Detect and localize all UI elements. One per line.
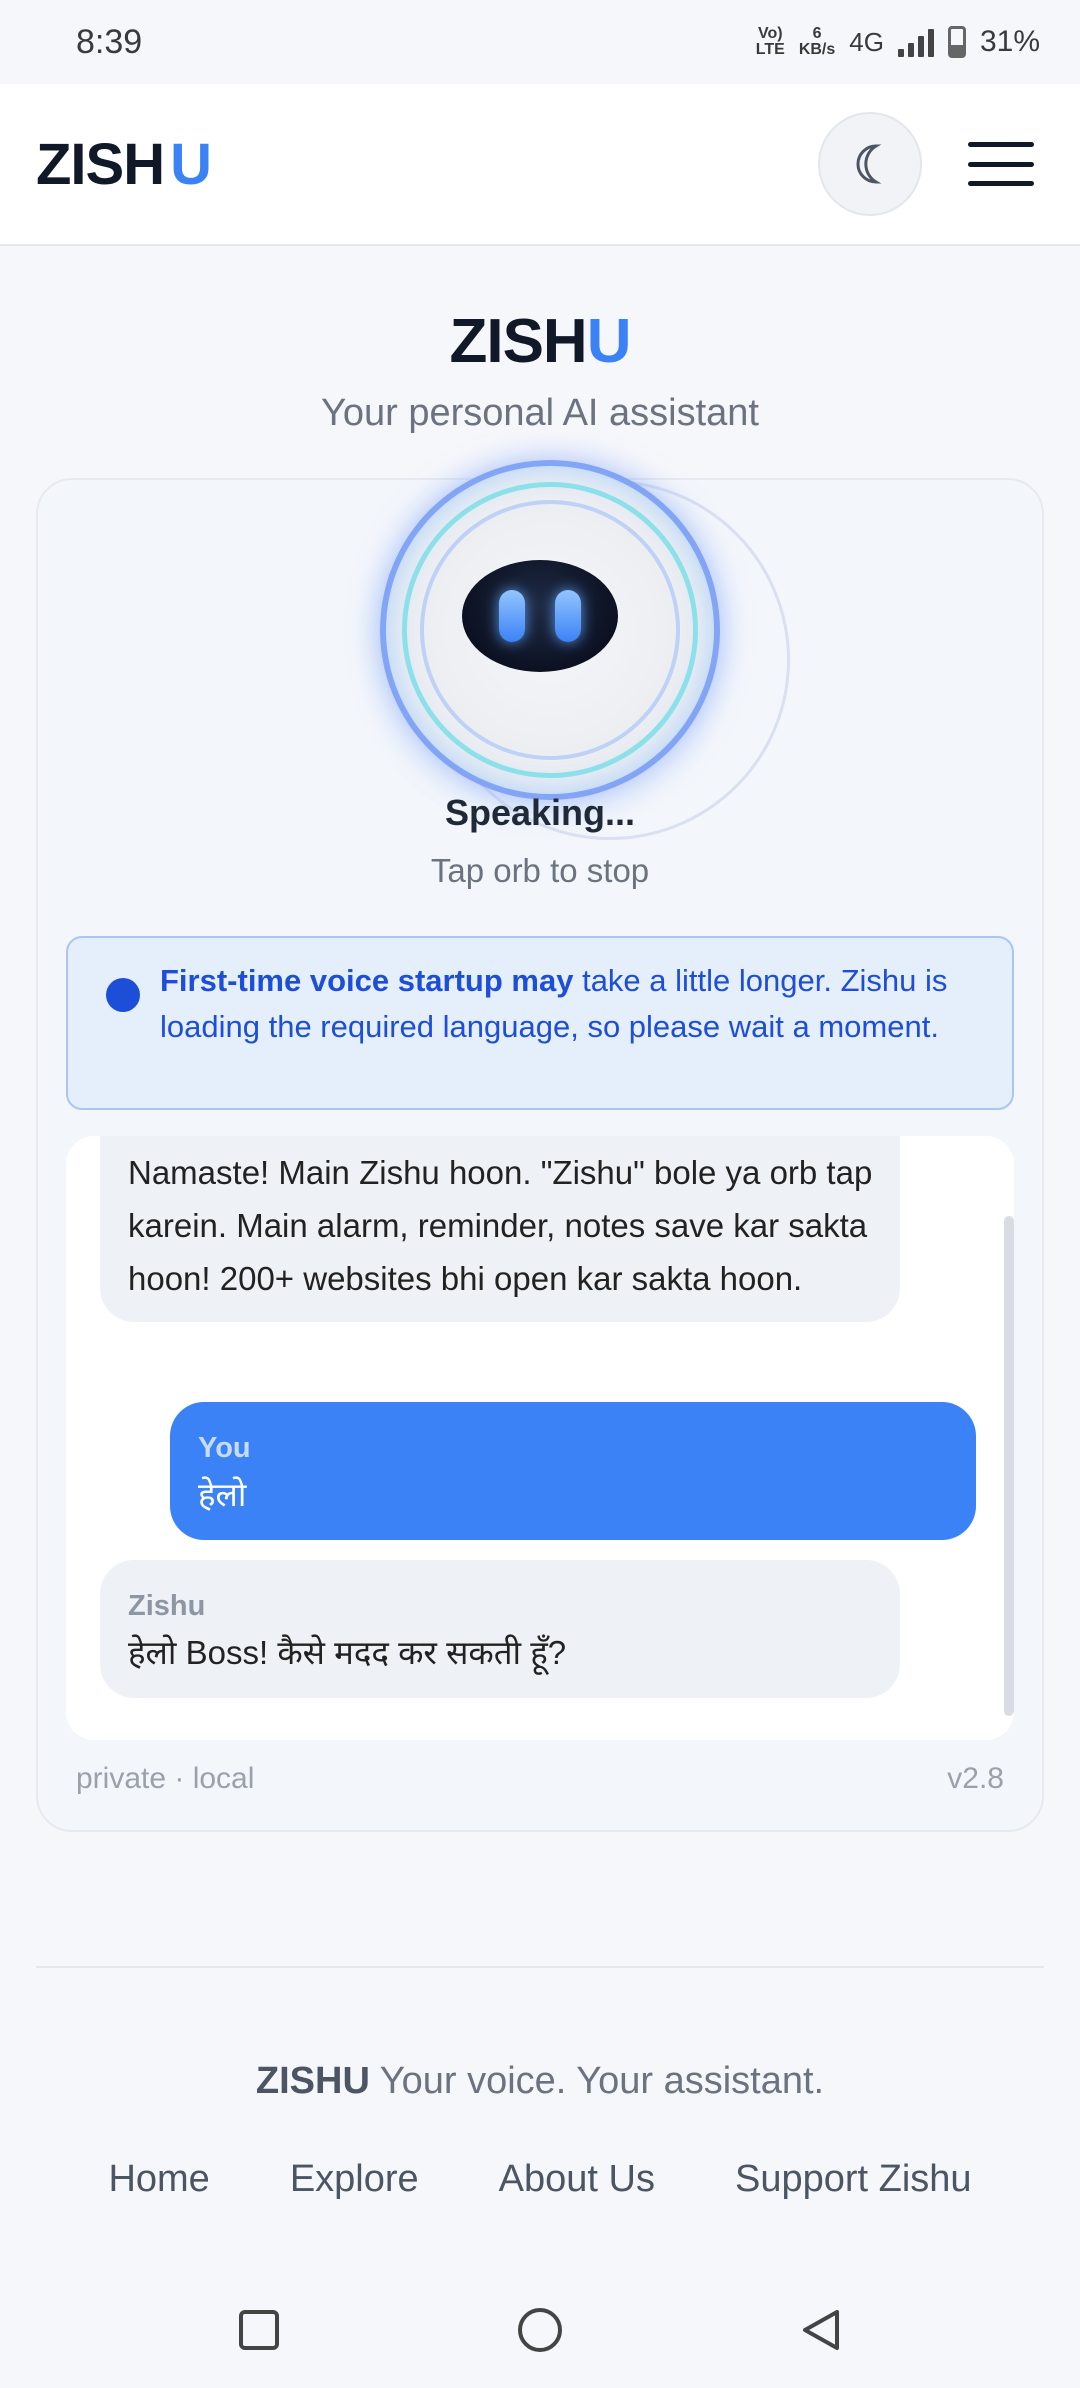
info-dot-icon	[106, 978, 140, 1012]
version-label: v2.8	[947, 1762, 1004, 1795]
status-time: 8:39	[76, 22, 143, 61]
footer-divider	[36, 1966, 1044, 1968]
footer-link-support[interactable]: Support Zishu	[735, 2158, 972, 2201]
hamburger-menu-button[interactable]	[968, 142, 1034, 186]
hero-title: ZISHU	[449, 307, 631, 376]
status-icons: Vo) LTE 6 KB/s 4G 31%	[756, 25, 1040, 59]
theme-toggle-button[interactable]	[818, 112, 922, 216]
network-speed: 6 KB/s	[798, 25, 836, 58]
robot-eye-right	[555, 590, 581, 642]
footer-link-explore[interactable]: Explore	[290, 2158, 419, 2201]
system-navigation-bar	[0, 2290, 1080, 2370]
robot-eye-left	[499, 590, 525, 642]
volte-indicator: Vo) LTE	[755, 25, 785, 58]
signal-icon	[897, 27, 934, 57]
chat-log[interactable]: Zishu Namaste! Main Zishu hoon. "Zishu" …	[66, 1136, 1014, 1740]
startup-notice: First-time voice startup may take a litt…	[66, 936, 1014, 1110]
message-text: Namaste! Main Zishu hoon. "Zishu" bole y…	[128, 1154, 873, 1297]
status-bar: 8:39 Vo) LTE 6 KB/s 4G 31%	[0, 0, 1080, 84]
robot-face-icon[interactable]	[462, 560, 618, 672]
privacy-label: private · local	[76, 1762, 255, 1795]
network-type: 4G	[849, 26, 884, 57]
battery-icon	[947, 26, 966, 58]
chat-message-bot: Zishu हेलो Boss! कैसे मदद कर सकती हूँ?	[100, 1560, 900, 1698]
recents-icon[interactable]	[235, 2306, 283, 2354]
footer-tagline: ZISHU Your voice. Your assistant.	[255, 2060, 825, 2102]
voice-status: Speaking...	[444, 792, 636, 833]
moon-icon	[856, 144, 882, 184]
app-header: ZISH U	[0, 84, 1080, 246]
chat-scrollbar[interactable]	[1004, 1216, 1014, 1716]
chat-message-user: You हेलो	[170, 1402, 976, 1540]
voice-hint: Tap orb to stop	[430, 852, 650, 889]
message-text: हेलो Boss! कैसे मदद कर सकती हूँ?	[128, 1634, 567, 1671]
home-icon[interactable]	[514, 2304, 566, 2356]
footer-link-home[interactable]: Home	[108, 2158, 209, 2201]
back-icon[interactable]	[797, 2306, 845, 2354]
chat-message-bot: Zishu Namaste! Main Zishu hoon. "Zishu" …	[100, 1136, 900, 1322]
hero-subtitle: Your personal AI assistant	[321, 392, 759, 434]
notice-bold: First-time voice startup may	[160, 963, 574, 998]
footer-nav: Home Explore About Us Support Zishu	[0, 2158, 1080, 2201]
battery-percent: 31%	[979, 25, 1040, 58]
logo[interactable]: ZISH U	[36, 131, 212, 198]
footer-link-about[interactable]: About Us	[499, 2158, 655, 2201]
message-text: हेलो	[198, 1476, 247, 1513]
